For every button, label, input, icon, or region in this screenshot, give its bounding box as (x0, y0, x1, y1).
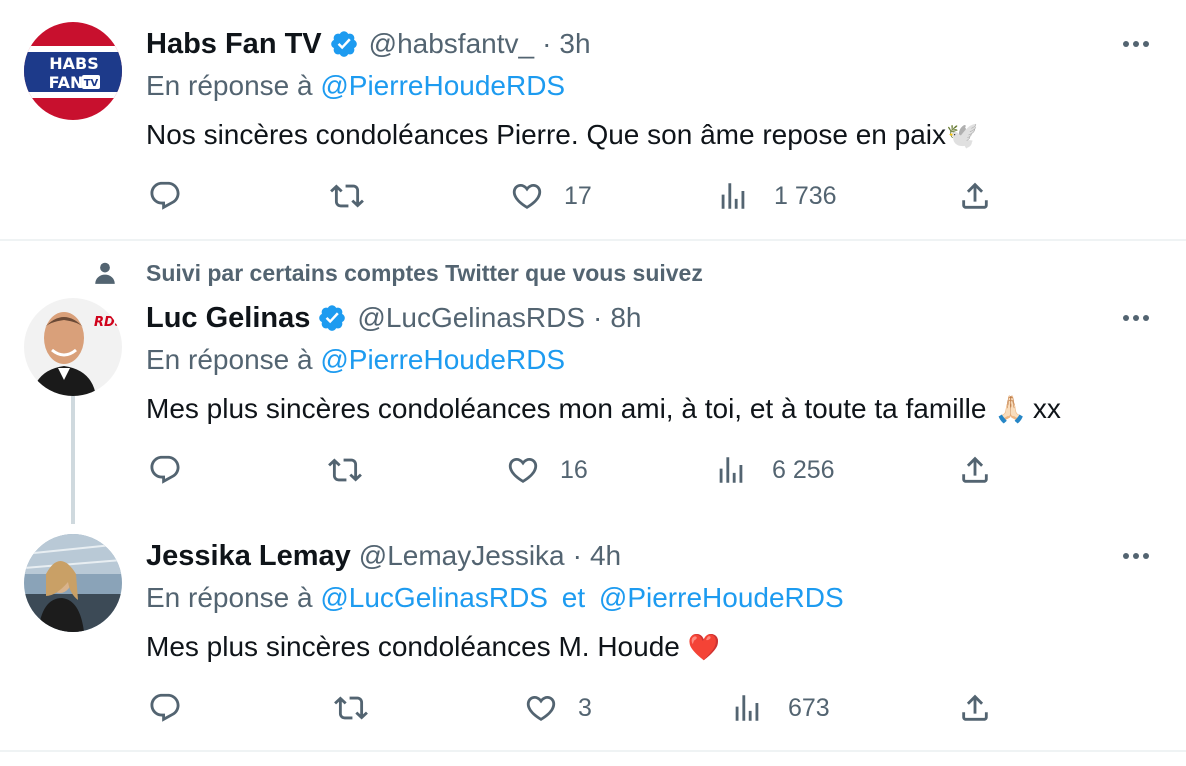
like-button[interactable]: 3 (524, 688, 592, 728)
retweet-button[interactable] (334, 688, 368, 728)
separator-dot: · (572, 540, 582, 571)
reply-mention-pierrehoude[interactable]: @PierreHoudeRDS (320, 344, 565, 375)
reply-mention-pierrehoude[interactable]: @PierreHoudeRDS (599, 582, 844, 613)
reply-button[interactable] (148, 176, 182, 216)
habs-fan-tv-logo: HABS FAN TV (24, 22, 122, 120)
author-handle[interactable]: @LemayJessika (359, 540, 565, 572)
reply-context: En réponse à @LucGelinasRDS et @PierreHo… (146, 582, 1166, 620)
avatar-habs-fan-tv[interactable]: HABS FAN TV (24, 22, 122, 120)
reply-button[interactable] (148, 688, 182, 728)
author-name[interactable]: Jessika Lemay (146, 540, 351, 573)
tweet-text-body: Nos sincères condoléances Pierre. Que so… (146, 119, 946, 150)
reply-prefix: En réponse à (146, 344, 313, 375)
author-handle[interactable]: @habsfantv_ (369, 28, 534, 60)
tweet-luc-gelinas[interactable]: RDS Luc Gelinas @LucGelinasRDS · 8h En r… (0, 290, 1186, 520)
reply-context: En réponse à @PierreHoudeRDS (146, 70, 1166, 108)
separator-dot: · (593, 302, 603, 333)
reply-mention-pierrehoude[interactable]: @PierreHoudeRDS (320, 70, 565, 101)
tweet-text: Mes plus sincères condoléances mon ami, … (146, 388, 1166, 430)
retweet-button[interactable] (330, 176, 364, 216)
share-icon (962, 694, 988, 721)
social-context: Suivi par certains comptes Twitter que v… (92, 256, 703, 290)
reply-context: En réponse à @PierreHoudeRDS (146, 344, 1166, 382)
like-count: 3 (578, 693, 592, 722)
like-icon (526, 695, 556, 721)
separator-dot: · (542, 28, 552, 59)
tweet-text-body: Mes plus sincères condoléances M. Houde (146, 631, 680, 662)
tweet-text-body: Mes plus sincères condoléances mon ami, … (146, 393, 987, 424)
avatar-jessika-lemay[interactable] (24, 534, 122, 632)
like-button[interactable]: 17 (510, 176, 592, 216)
timestamp[interactable]: 8h (610, 302, 641, 334)
more-icon[interactable] (1116, 24, 1156, 64)
reply-prefix: En réponse à (146, 582, 313, 613)
like-count: 16 (560, 455, 588, 484)
share-button[interactable] (958, 176, 992, 216)
share-button[interactable] (958, 450, 992, 490)
dove-emoji: 🕊️ (946, 119, 979, 150)
author-name[interactable]: Luc Gelinas (146, 302, 310, 335)
reply-mention-lucgelinas[interactable]: @LucGelinasRDS (320, 582, 548, 613)
tweet-text-suffix: xx (1032, 393, 1061, 424)
reply-icon (150, 693, 180, 722)
views-count: 673 (788, 693, 830, 722)
views-count: 1 736 (774, 181, 837, 210)
timestamp[interactable]: 4h (590, 540, 621, 572)
reply-icon (150, 455, 180, 484)
author-name[interactable]: Habs Fan TV (146, 28, 322, 61)
share-button[interactable] (958, 688, 992, 728)
retweet-button[interactable] (328, 450, 362, 490)
reply-joiner: et (561, 582, 586, 613)
retweet-icon (334, 696, 368, 720)
retweet-icon (330, 184, 364, 208)
tweet-jessika-lemay[interactable]: Jessika Lemay @LemayJessika · 4h En répo… (0, 530, 1186, 752)
person-icon (95, 262, 115, 284)
reply-button[interactable] (148, 450, 182, 490)
more-icon[interactable] (1116, 536, 1156, 576)
heart-emoji: ❤️ (687, 631, 721, 662)
views-button[interactable]: 6 256 (714, 450, 835, 490)
tweet-habs-fan-tv[interactable]: HABS FAN TV Habs Fan TV @habsfantv_ · 3h… (0, 0, 1186, 240)
views-icon (719, 457, 743, 483)
logo-tv: TV (84, 78, 99, 89)
reply-icon (150, 181, 180, 210)
share-icon (962, 456, 988, 483)
more-icon[interactable] (1116, 298, 1156, 338)
reply-prefix: En réponse à (146, 70, 313, 101)
views-icon (721, 183, 745, 209)
rds-logo: RDS (94, 315, 122, 330)
social-context-text: Suivi par certains comptes Twitter que v… (146, 259, 703, 286)
like-count: 17 (564, 181, 592, 210)
timestamp[interactable]: 3h (559, 28, 590, 60)
tweet-text: Nos sincères condoléances Pierre. Que so… (146, 114, 1166, 156)
tweet-divider (0, 239, 1186, 241)
retweet-icon (328, 458, 362, 482)
verified-icon (319, 305, 346, 331)
logo-fan: FAN (49, 73, 84, 92)
thread-connector (71, 396, 75, 524)
views-icon (735, 695, 759, 721)
verified-icon (330, 31, 357, 57)
praying-hands-emoji: 🙏🏻 (994, 393, 1027, 424)
tweet-text: Mes plus sincères condoléances M. Houde … (146, 626, 1166, 668)
like-button[interactable]: 16 (506, 450, 588, 490)
like-icon (508, 457, 538, 483)
share-icon (962, 182, 988, 209)
logo-habs: HABS (49, 54, 99, 73)
like-icon (512, 183, 542, 209)
tweet-divider (0, 750, 1186, 752)
views-button[interactable]: 673 (730, 688, 830, 728)
avatar-luc-gelinas[interactable]: RDS (24, 298, 122, 396)
views-count: 6 256 (772, 455, 835, 484)
author-handle[interactable]: @LucGelinasRDS (357, 302, 585, 334)
views-button[interactable]: 1 736 (716, 176, 837, 216)
